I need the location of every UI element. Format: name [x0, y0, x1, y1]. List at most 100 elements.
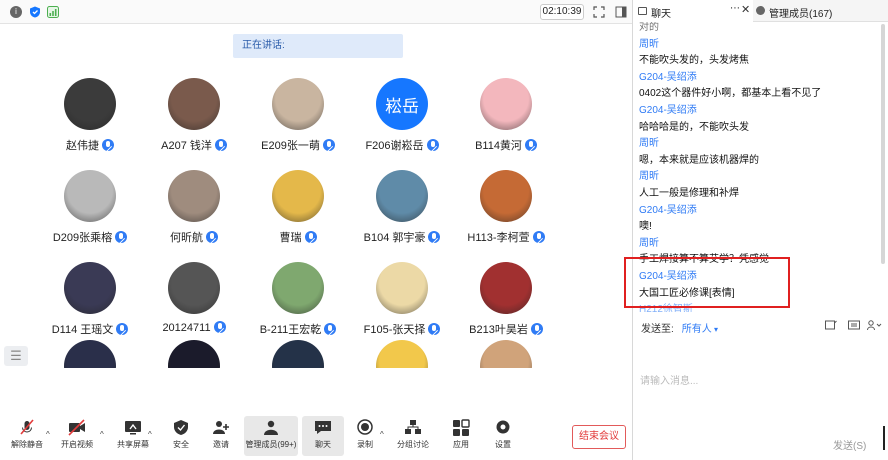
info-icon[interactable]: i	[10, 6, 22, 18]
participant-name-text: F206谢崧岳	[365, 140, 424, 152]
send-button[interactable]: 发送(S)	[833, 437, 866, 452]
tab-chat[interactable]: 聊天 ⋯ ✕	[633, 0, 753, 22]
participant-name: B104 郭宇豪	[350, 229, 454, 245]
participant-tile[interactable]: 崧岳 F206谢崧岳	[350, 78, 454, 166]
toolbar-label: 分组讨论	[397, 440, 429, 449]
toolbar-button-camera-off[interactable]: 开启视频	[56, 416, 98, 456]
toolbar-button-invite[interactable]: 邀请	[200, 416, 242, 456]
layout-icon[interactable]	[615, 6, 627, 18]
avatar	[168, 262, 220, 314]
chat-sender-name[interactable]: 周昕	[639, 134, 659, 149]
chat-sender-name[interactable]: G204-吴绍添	[639, 101, 697, 116]
participant-tile[interactable]: B-211王宏乾	[246, 262, 350, 350]
participant-tile[interactable]: A207 钱洋	[142, 78, 246, 166]
participant-gallery: 赵伟捷 A207 钱洋 E209张一萌 崧岳 F206谢崧岳 B114黄河 D209张乘榕 何…	[0, 78, 632, 368]
participant-name: E209张一萌	[246, 137, 350, 153]
chevron-up-icon[interactable]: ^	[148, 430, 152, 439]
participant-name-text: E209张一萌	[261, 140, 320, 152]
mic-muted-icon	[524, 139, 537, 151]
toolbar-label: 设置	[495, 440, 511, 449]
toolbar-button-members[interactable]: 管理成员(99+)	[244, 416, 298, 456]
participant-tile[interactable]: H113-李柯萱	[454, 170, 558, 258]
file-icon[interactable]	[825, 320, 837, 330]
participant-name-text: 曹瑞	[279, 232, 302, 244]
participant-tile[interactable]	[454, 340, 558, 368]
mic-muted-icon	[213, 321, 226, 333]
shield-icon[interactable]	[29, 6, 41, 18]
participant-tile[interactable]: 20124711	[142, 262, 246, 350]
avatar	[168, 170, 220, 222]
participant-tile[interactable]: D209张乘榕	[38, 170, 142, 258]
close-icon[interactable]: ✕	[741, 3, 750, 16]
chat-sender-name[interactable]: 周昕	[639, 167, 659, 182]
fullscreen-icon[interactable]	[593, 6, 605, 18]
text-cursor	[883, 426, 885, 450]
chevron-up-icon[interactable]: ^	[380, 430, 384, 439]
participant-tile[interactable]: E209张一萌	[246, 78, 350, 166]
chat-scrollbar[interactable]	[881, 24, 885, 264]
participant-name-text: B-211王宏乾	[259, 324, 322, 336]
avatar: 崧岳	[376, 78, 428, 130]
send-to-select[interactable]: 所有人	[682, 324, 712, 335]
toolbar-button-shield[interactable]: 安全	[160, 416, 202, 456]
toolbar-button-settings[interactable]: 设置	[482, 416, 524, 456]
toolbar-label: 应用	[453, 440, 469, 449]
avatar	[168, 340, 220, 368]
invite-icon	[213, 421, 229, 434]
participant-tile[interactable]: 何昕航	[142, 170, 246, 258]
participant-tile[interactable]: 曹瑞	[246, 170, 350, 258]
signal-icon[interactable]	[47, 6, 59, 18]
toolbar-button-apps[interactable]: 应用	[440, 416, 482, 456]
participant-name: F206谢崧岳	[350, 137, 454, 153]
toolbar-label: 开启视频	[61, 440, 93, 449]
participant-name-text: B213叶昊岩	[469, 324, 528, 336]
participant-tile[interactable]	[350, 340, 454, 368]
chat-sender-name[interactable]: 周昕	[639, 234, 659, 249]
chevron-up-icon[interactable]: ^	[46, 430, 50, 439]
user-settings-icon[interactable]	[867, 320, 883, 330]
participant-tile[interactable]	[38, 340, 142, 368]
panel-tabs: 聊天 ⋯ ✕ 管理成员(167)	[633, 0, 888, 22]
avatar	[272, 78, 324, 130]
chevron-up-icon[interactable]: ^	[100, 430, 104, 439]
chat-input[interactable]	[640, 336, 880, 426]
toolbar-label: 解除静音	[11, 440, 43, 449]
participant-name: 何昕航	[142, 229, 246, 245]
chat-message-text: 噢!	[639, 221, 652, 233]
participant-name-text: B114黄河	[475, 140, 522, 152]
participant-tile[interactable]: B213叶昊岩	[454, 262, 558, 350]
avatar	[64, 78, 116, 130]
chat-sender-name[interactable]: G204-吴绍添	[639, 201, 697, 216]
chevron-down-icon[interactable]: ▾	[712, 325, 718, 334]
avatar	[64, 340, 116, 368]
more-icon[interactable]: ⋯	[730, 3, 740, 14]
chat-message-text: 0402这个器件好小啊，都基本上看不见了	[639, 88, 822, 100]
chat-sender-name[interactable]: 周昕	[639, 35, 659, 50]
participant-tile[interactable]: F105-张天择	[350, 262, 454, 350]
participant-tile[interactable]: B114黄河	[454, 78, 558, 166]
participant-tile[interactable]	[246, 340, 350, 368]
chat-sender-name[interactable]: G204-吴绍添	[639, 68, 697, 83]
mic-muted-icon	[115, 231, 128, 243]
participant-tile[interactable]: B104 郭宇豪	[350, 170, 454, 258]
toolbar-button-mic-muted[interactable]: 解除静音	[6, 416, 48, 456]
toolbar-button-chat[interactable]: 聊天	[302, 416, 344, 456]
send-to-label: 发送至:	[641, 324, 674, 335]
participant-tile[interactable]: D114 王瑶文	[38, 262, 142, 350]
avatar	[272, 262, 324, 314]
end-meeting-button[interactable]: 结束会议	[572, 425, 626, 449]
tab-members[interactable]: 管理成员(167)	[754, 0, 888, 22]
shield-icon	[174, 420, 188, 435]
avatar	[480, 170, 532, 222]
participant-tile[interactable]: 赵伟捷	[38, 78, 142, 166]
screenshot-icon[interactable]	[848, 320, 860, 330]
mic-muted-icon	[20, 419, 34, 435]
collapse-list-icon[interactable]: ☰	[4, 346, 28, 366]
toolbar-button-breakout[interactable]: 分组讨论	[392, 416, 434, 456]
participant-name-text: F105-张天择	[363, 324, 426, 336]
participant-tile[interactable]	[142, 340, 246, 368]
avatar	[480, 262, 532, 314]
participant-name: A207 钱洋	[142, 137, 246, 153]
participant-name-text: D114 王瑶文	[51, 324, 114, 336]
mic-muted-icon	[322, 139, 335, 151]
